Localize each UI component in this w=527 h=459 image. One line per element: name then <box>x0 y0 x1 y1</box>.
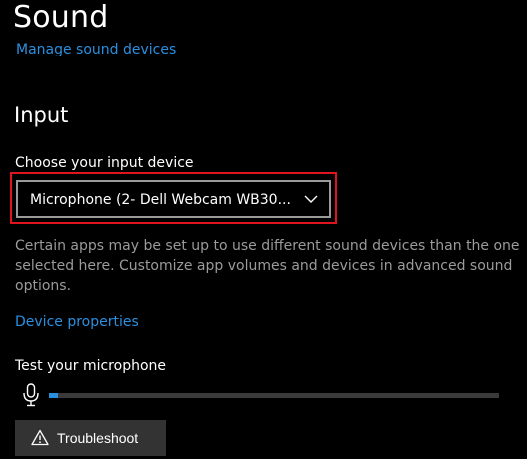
chevron-down-icon <box>304 195 318 203</box>
manage-sound-devices-link[interactable]: Manage sound devices <box>16 36 176 56</box>
selected-input-device: Microphone (2- Dell Webcam WB30... <box>30 192 291 208</box>
input-device-dropdown[interactable]: Microphone (2- Dell Webcam WB30... <box>16 180 331 218</box>
device-properties-link[interactable]: Device properties <box>15 312 139 332</box>
microphone-level-meter <box>49 393 499 398</box>
input-section-heading: Input <box>14 103 69 127</box>
input-device-description: Certain apps may be set up to use differ… <box>15 238 520 294</box>
manage-sound-devices-label: Manage sound devices <box>16 42 177 56</box>
troubleshoot-label: Troubleshoot <box>57 430 139 446</box>
microphone-level-fill <box>49 393 58 398</box>
test-microphone-label: Test your microphone <box>15 358 166 374</box>
troubleshoot-button[interactable]: Troubleshoot <box>15 420 166 456</box>
sound-settings-page: Sound Manage sound devices Input Choose … <box>0 0 527 459</box>
warning-icon <box>31 429 49 446</box>
microphone-icon <box>23 383 39 407</box>
choose-input-device-label: Choose your input device <box>15 155 194 171</box>
page-title: Sound <box>13 0 109 35</box>
